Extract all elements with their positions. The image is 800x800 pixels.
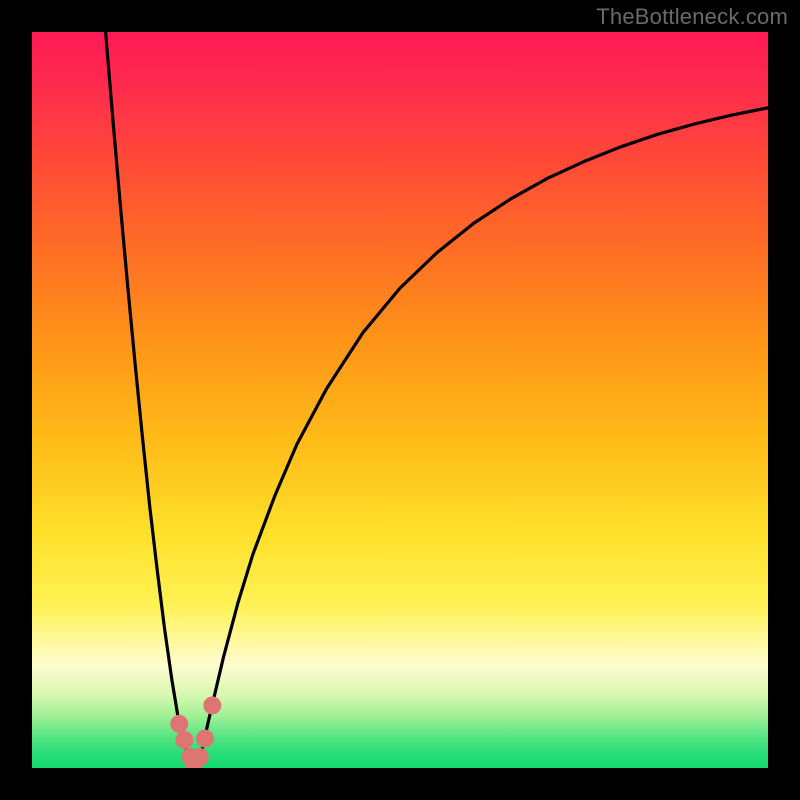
highlight-marker: [203, 696, 221, 714]
outer-frame: TheBottleneck.com: [0, 0, 800, 800]
highlight-marker: [175, 731, 193, 749]
gradient-background: [32, 32, 768, 768]
chart-svg: [32, 32, 768, 768]
plot-area: [32, 32, 768, 768]
highlight-marker: [170, 715, 188, 733]
highlight-marker: [191, 748, 209, 766]
watermark-text: TheBottleneck.com: [596, 4, 788, 30]
highlight-marker: [196, 730, 214, 748]
